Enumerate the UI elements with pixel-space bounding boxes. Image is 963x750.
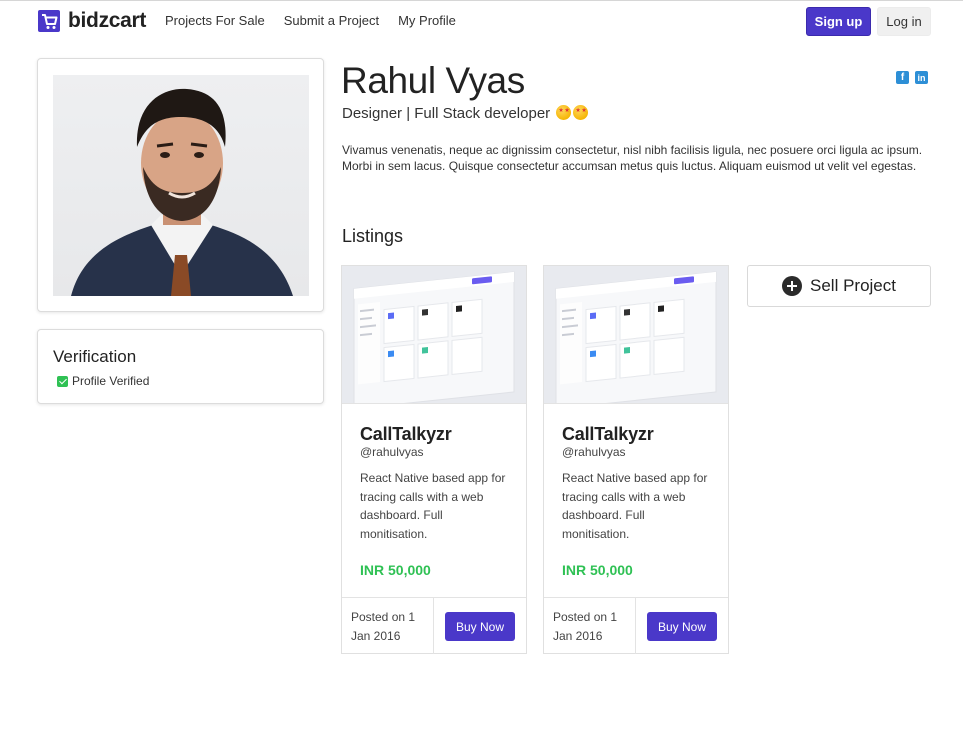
- sell-project-label: Sell Project: [810, 276, 896, 295]
- verification-item: Profile Verified: [57, 374, 149, 388]
- sell-project-button[interactable]: Sell Project: [747, 265, 931, 307]
- project-handle[interactable]: @rahulvyas: [360, 445, 424, 459]
- login-button[interactable]: Log in: [877, 7, 931, 36]
- profile-name: Rahul Vyas: [341, 60, 525, 101]
- nav-projects-for-sale[interactable]: Projects For Sale: [165, 13, 265, 28]
- project-description: React Native based app for tracing calls…: [360, 471, 506, 541]
- dashboard-mockup-image: [342, 266, 526, 403]
- plus-circle-icon: [782, 276, 802, 296]
- project-price: INR 50,000: [360, 562, 431, 578]
- buy-now-button[interactable]: Buy Now: [647, 612, 717, 641]
- nav-links: Projects For Sale Submit a Project My Pr…: [165, 13, 475, 28]
- facebook-icon[interactable]: f: [896, 71, 909, 84]
- profile-role-line: Designer | Full Stack developer: [342, 105, 589, 122]
- buy-now-button[interactable]: Buy Now: [445, 612, 515, 641]
- project-footer: Posted on 1 Jan 2016 Buy Now: [544, 597, 728, 654]
- verification-label: Profile Verified: [72, 374, 150, 388]
- listings-heading: Listings: [342, 226, 404, 246]
- project-card[interactable]: CallTalkyzr @rahulvyas React Native base…: [341, 265, 527, 654]
- star-struck-emoji-icon: [573, 105, 589, 120]
- cart-logo-icon: [38, 10, 60, 32]
- profile-photo: [53, 75, 309, 296]
- verification-card: Verification Profile Verified: [37, 329, 324, 404]
- project-price: INR 50,000: [562, 562, 633, 578]
- profile-photo-card: [37, 58, 324, 312]
- verification-title: Verification: [53, 347, 137, 366]
- signup-button[interactable]: Sign up: [806, 7, 871, 36]
- project-description: React Native based app for tracing calls…: [562, 471, 708, 541]
- profile-bio: Vivamus venenatis, neque ac dignissim co…: [342, 143, 923, 173]
- project-posted-date: Posted on 1 Jan 2016: [553, 610, 618, 643]
- person-portrait-image: [71, 88, 293, 296]
- project-title[interactable]: CallTalkyzr: [562, 424, 654, 445]
- linkedin-icon[interactable]: in: [915, 71, 928, 84]
- project-posted-date: Posted on 1 Jan 2016: [351, 610, 416, 643]
- project-footer: Posted on 1 Jan 2016 Buy Now: [342, 597, 526, 654]
- project-card[interactable]: CallTalkyzr @rahulvyas React Native base…: [543, 265, 729, 654]
- footer-divider: [433, 598, 434, 654]
- footer-divider: [635, 598, 636, 654]
- star-struck-emoji-icon: [556, 105, 572, 120]
- checkbox-checked-icon: [57, 375, 68, 387]
- nav-submit-project[interactable]: Submit a Project: [284, 13, 379, 28]
- brand-logo[interactable]: bidzcart: [38, 9, 146, 33]
- dashboard-mockup-image: [544, 266, 728, 403]
- navbar: bidzcart Projects For Sale Submit a Proj…: [0, 1, 963, 41]
- brand-name: bidzcart: [68, 9, 147, 32]
- project-title[interactable]: CallTalkyzr: [360, 424, 452, 445]
- nav-my-profile[interactable]: My Profile: [398, 13, 456, 28]
- profile-role: Designer | Full Stack developer: [342, 105, 551, 122]
- project-handle[interactable]: @rahulvyas: [562, 445, 626, 459]
- project-thumbnail: [544, 266, 728, 404]
- project-thumbnail: [342, 266, 526, 404]
